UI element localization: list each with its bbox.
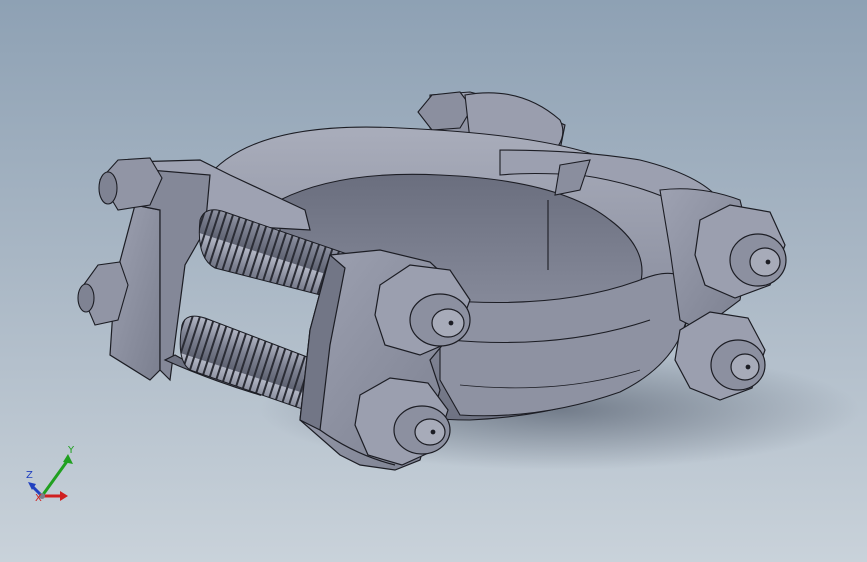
- nut-front-upper[interactable]: [374, 264, 471, 356]
- y-axis-arrow: [40, 459, 70, 497]
- x-axis-label: X: [35, 493, 42, 504]
- clamp-model[interactable]: [0, 0, 867, 562]
- y-axis-label: Y: [68, 445, 75, 456]
- z-axis-label: Z: [26, 470, 33, 481]
- nut-right-upper[interactable]: [694, 204, 787, 299]
- threaded-rod-lower[interactable]: [179, 315, 316, 411]
- graphics-viewport[interactable]: Y Z X: [0, 0, 867, 562]
- axis-triad: Y Z X: [22, 440, 84, 510]
